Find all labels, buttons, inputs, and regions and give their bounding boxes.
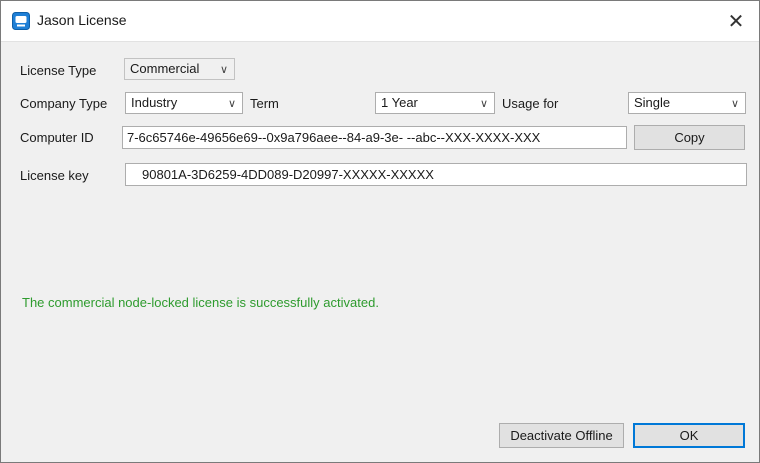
term-label: Term (250, 96, 279, 111)
chevron-down-icon: ∨ (219, 64, 228, 76)
chevron-down-icon: ∨ (730, 98, 739, 110)
usage-label: Usage for (502, 96, 559, 111)
company-type-value: Industry (131, 95, 178, 110)
license-type-label: License Type (20, 63, 97, 78)
license-dialog: Jason License ✕ License Type Commercial … (0, 0, 760, 463)
close-icon: ✕ (727, 10, 745, 33)
license-type-value: Commercial (130, 61, 200, 76)
close-button[interactable]: ✕ (713, 1, 759, 41)
ok-button[interactable]: OK (633, 423, 745, 448)
deactivate-offline-button[interactable]: Deactivate Offline (499, 423, 624, 448)
title-bar: Jason License ✕ (1, 1, 759, 42)
chevron-down-icon: ∨ (227, 98, 236, 110)
chevron-down-icon: ∨ (479, 98, 488, 110)
term-value: 1 Year (381, 95, 418, 110)
app-window-icon (12, 12, 30, 30)
license-type-select[interactable]: Commercial ∨ (124, 58, 235, 80)
company-type-select[interactable]: Industry ∨ (125, 92, 243, 114)
license-key-label: License key (20, 168, 89, 183)
copy-button[interactable]: Copy (634, 125, 745, 150)
window-title: Jason License (37, 12, 127, 28)
usage-value: Single (634, 95, 671, 110)
company-type-label: Company Type (20, 96, 108, 111)
computer-id-label: Computer ID (20, 130, 94, 145)
usage-select[interactable]: Single ∨ (628, 92, 746, 114)
term-select[interactable]: 1 Year ∨ (375, 92, 495, 114)
activation-status-message: The commercial node-locked license is su… (22, 295, 379, 310)
license-key-field[interactable]: 90801A-3D6259-4DD089-D20997-XXXXX-XXXXX (125, 163, 747, 186)
computer-id-field[interactable]: 7-6c65746e-49656e69--0x9a796aee--84-a9-3… (122, 126, 627, 149)
